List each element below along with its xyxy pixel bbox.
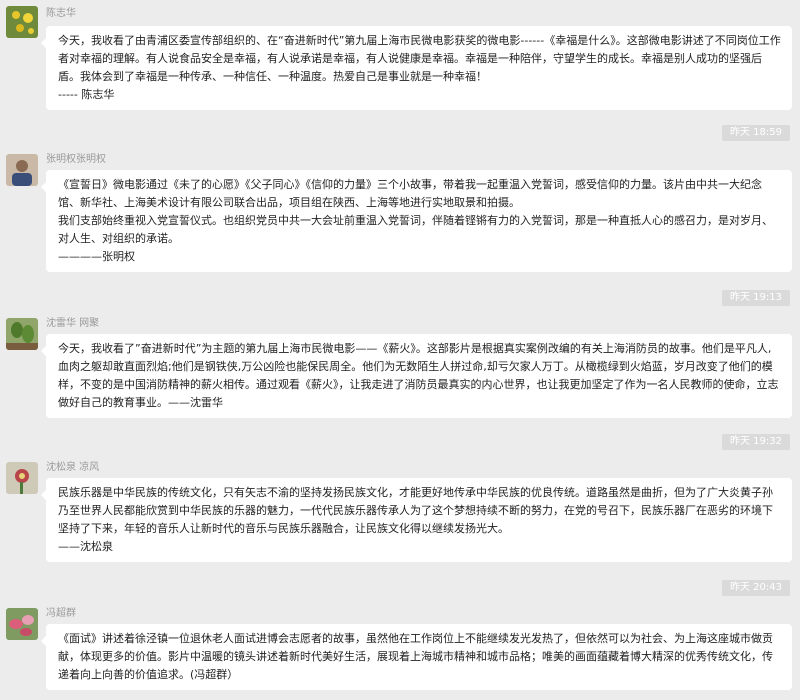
timestamp-badge: 昨天 18:59	[722, 125, 790, 141]
avatar[interactable]	[6, 6, 38, 38]
flower-avatar-image	[6, 462, 38, 494]
avatar[interactable]	[6, 608, 38, 640]
avatar[interactable]	[6, 318, 38, 350]
message-bubble[interactable]: 《宣誓日》微电影通过《未了的心愿》《父子同心》《信仰的力量》三个小故事，带着我一…	[41, 170, 792, 272]
avatar[interactable]	[6, 462, 38, 494]
message-signature: ——沈松泉	[58, 540, 113, 553]
plant-avatar-image	[6, 318, 38, 350]
message-signature: ----- 陈志华	[58, 88, 115, 101]
message-bubble[interactable]: 今天，我收看了由青浦区委宣传部组织的、在“奋进新时代”第九届上海市民微电影获奖的…	[41, 26, 792, 110]
chat-window: 陈志华 今天，我收看了由青浦区委宣传部组织的、在“奋进新时代”第九届上海市民微电…	[0, 0, 800, 700]
timestamp-badge: 昨天 20:43	[722, 580, 790, 596]
sender-name: 沈松泉 凉风	[46, 462, 100, 473]
message-text: 《面试》讲述着徐泾镇一位退休老人面试进博会志愿者的故事，虽然他在工作岗位上不能继…	[58, 632, 773, 681]
message-text: 《宣誓日》微电影通过《未了的心愿》《父子同心》《信仰的力量》三个小故事，带着我一…	[58, 178, 762, 209]
avatar[interactable]	[6, 154, 38, 186]
message-text: 我们支部始终重视入党宣誓仪式。也组织党员中共一大会址前重温入党誓词，伴随着铿锵有…	[58, 214, 773, 245]
sender-name: 沈雷华 网聚	[46, 318, 100, 329]
message-bubble[interactable]: 民族乐器是中华民族的传统文化，只有矢志不渝的坚持发扬民族文化，才能更好地传承中华…	[41, 478, 792, 562]
person-avatar-image	[6, 154, 38, 186]
sender-name: 陈志华	[46, 8, 76, 19]
message-text: 今天，我收看了由青浦区委宣传部组织的、在“奋进新时代”第九届上海市民微电影获奖的…	[58, 34, 781, 83]
message-bubble[interactable]: 今天，我收看了”奋进新时代”为主题的第九届上海市民微电影——《薪火》。这部影片是…	[41, 334, 792, 418]
message-bubble[interactable]: 《面试》讲述着徐泾镇一位退休老人面试进博会志愿者的故事，虽然他在工作岗位上不能继…	[41, 624, 792, 690]
flower-avatar-image	[6, 6, 38, 38]
flower-avatar-image	[6, 608, 38, 640]
message-signature: ————张明权	[58, 250, 135, 263]
message-text: 今天，我收看了”奋进新时代”为主题的第九届上海市民微电影——《薪火》。这部影片是…	[58, 342, 779, 409]
sender-name: 张明权张明权	[46, 154, 106, 165]
message-text: 民族乐器是中华民族的传统文化，只有矢志不渝的坚持发扬民族文化，才能更好地传承中华…	[58, 486, 773, 535]
sender-name: 冯超群	[46, 608, 76, 619]
timestamp-badge: 昨天 19:13	[722, 290, 790, 306]
timestamp-badge: 昨天 19:32	[722, 434, 790, 450]
